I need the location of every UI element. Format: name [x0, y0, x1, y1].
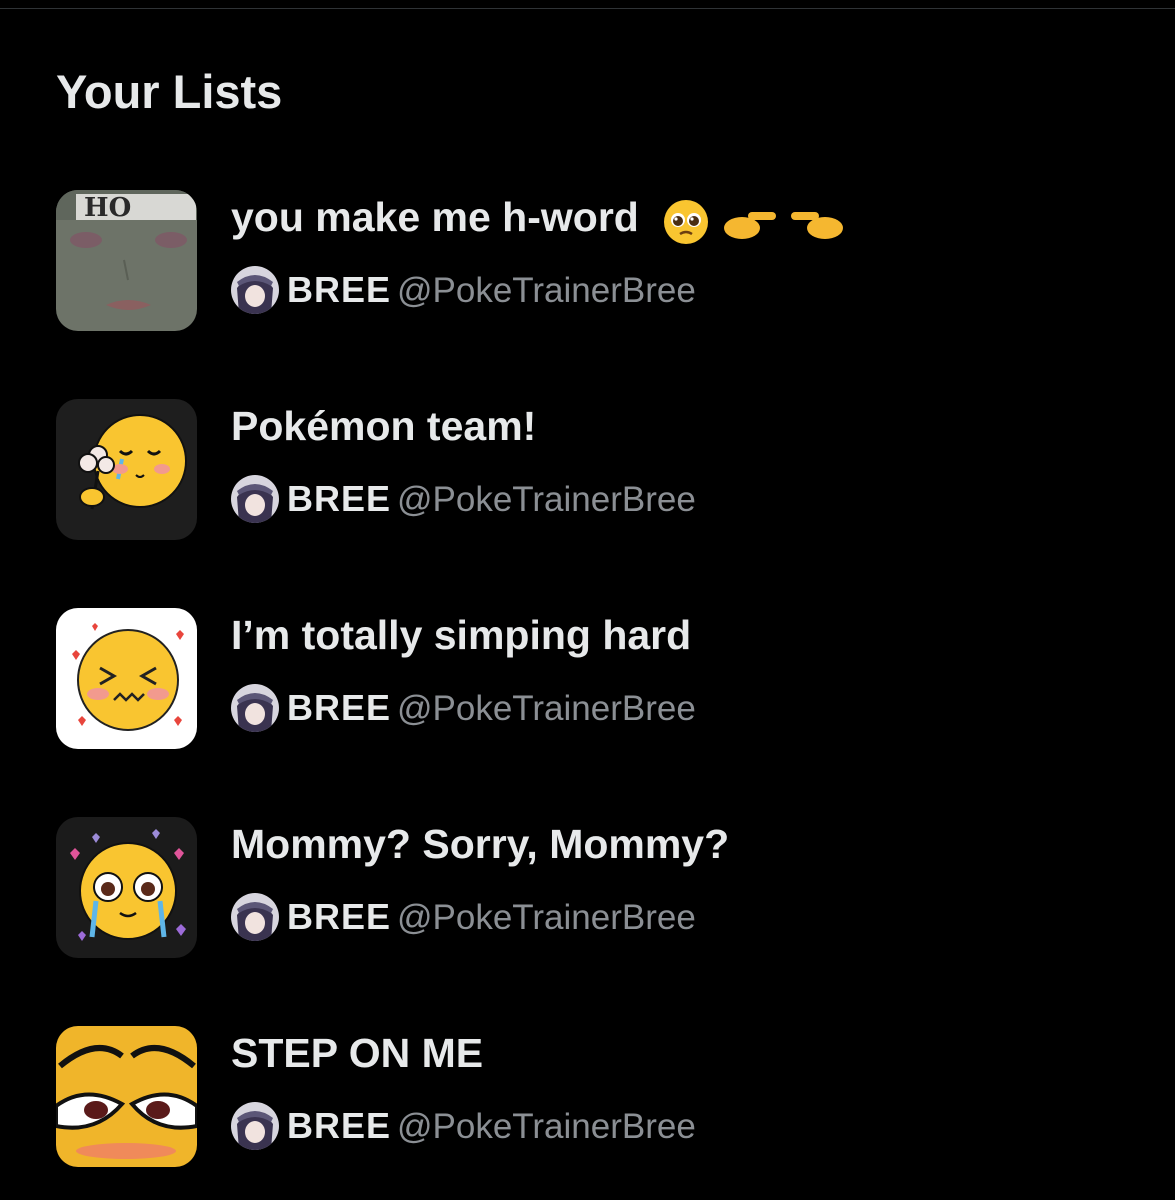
top-divider: [0, 8, 1175, 9]
owner-handle: @PokeTrainerBree: [397, 689, 696, 728]
list-name: STEP ON ME: [231, 1030, 484, 1076]
pointing-left-icon: [791, 212, 844, 240]
list-name: you make me h-word: [231, 194, 639, 240]
owner-name: BREE: [287, 478, 392, 519]
crying-flower-emoji-thumbnail: [56, 399, 197, 540]
list-item[interactable]: Mommy? Sorry, Mommy? BREE @PokeTrainerBr…: [0, 817, 1175, 967]
avatar: [231, 1102, 279, 1150]
pleading-face-icon: [664, 200, 709, 245]
owner-name: BREE: [287, 687, 392, 728]
avatar: [231, 266, 279, 314]
avatar: [231, 684, 279, 732]
smug-eyes-emoji-thumbnail: [56, 1026, 197, 1167]
owner-name: BREE: [287, 1105, 392, 1146]
owner-name: BREE: [287, 269, 392, 310]
svg-text:HO: HO: [84, 193, 131, 223]
list-name: I’m totally simping hard: [231, 612, 692, 658]
owner-handle: @PokeTrainerBree: [397, 1107, 696, 1146]
list-name: Pokémon team!: [231, 403, 537, 449]
flustered-hearts-emoji-thumbnail: [56, 608, 197, 749]
list-item[interactable]: STEP ON ME BREE @PokeTrainerBree: [0, 1026, 1175, 1176]
owner-handle: @PokeTrainerBree: [397, 480, 696, 519]
list-item[interactable]: I’m totally simping hard BREE @PokeTrain…: [0, 608, 1175, 758]
avatar: [231, 475, 279, 523]
teary-hearts-emoji-thumbnail: [56, 817, 197, 958]
owner-handle: @PokeTrainerBree: [397, 898, 696, 937]
section-title: Your Lists: [56, 65, 283, 118]
avatar: [231, 893, 279, 941]
list-item[interactable]: Pokémon team! BREE @PokeTrainerBree: [0, 399, 1175, 549]
owner-name: BREE: [287, 896, 392, 937]
list-name: Mommy? Sorry, Mommy?: [231, 821, 730, 867]
ho-face-thumbnail: HO: [56, 190, 197, 331]
list-item[interactable]: HO you make me h-word BREE @PokeTrainerB…: [0, 190, 1175, 340]
owner-handle: @PokeTrainerBree: [397, 271, 696, 310]
pointing-right-icon: [723, 212, 776, 240]
